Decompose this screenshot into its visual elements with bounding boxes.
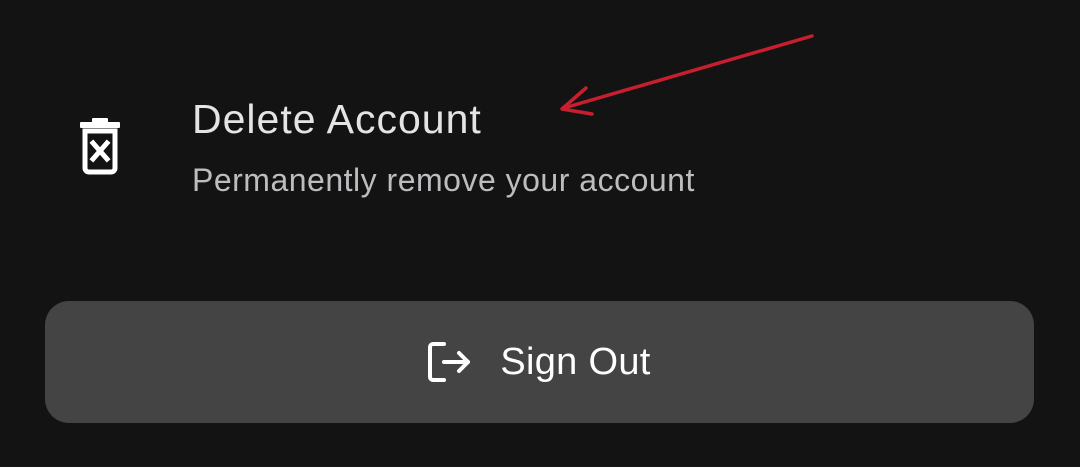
sign-out-button[interactable]: Sign Out [45,301,1034,423]
trash-icon [80,118,120,175]
settings-screen: Delete Account Permanently remove your a… [0,0,1080,467]
logout-icon [428,342,471,382]
delete-account-item[interactable]: Delete Account Permanently remove your a… [0,60,1080,250]
sign-out-content: Sign Out [428,341,650,384]
delete-account-subtitle: Permanently remove your account [192,162,695,198]
sign-out-label: Sign Out [500,340,651,383]
delete-account-title: Delete Account [192,96,482,142]
